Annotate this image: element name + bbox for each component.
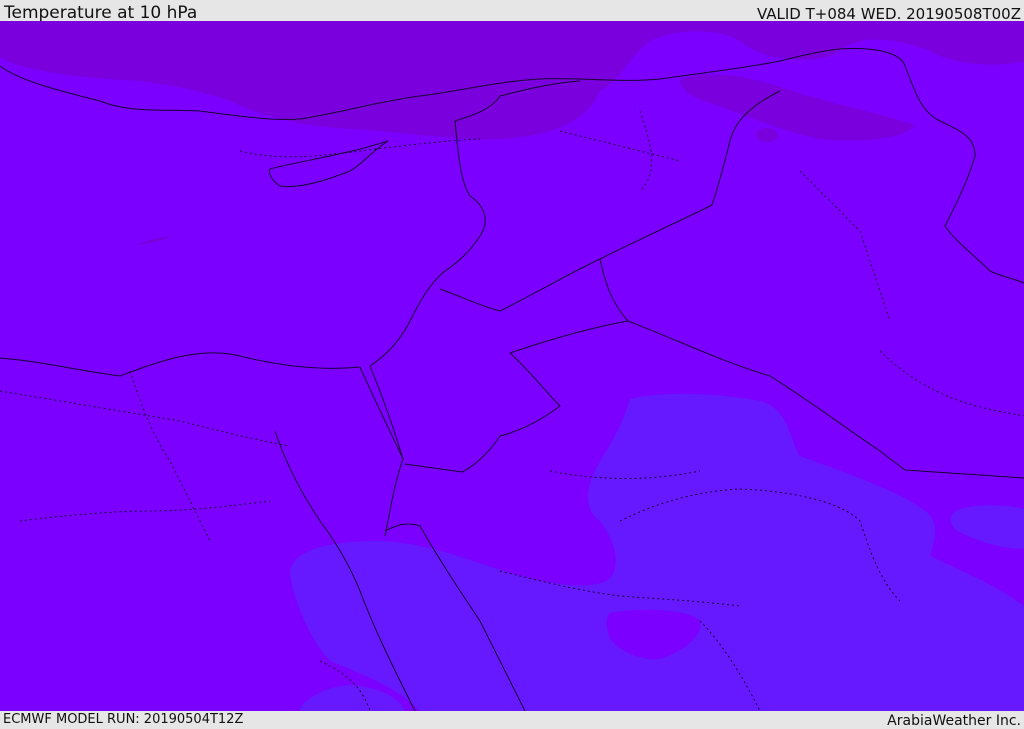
- chart-title: Temperature at 10 hPa: [4, 3, 198, 23]
- temperature-map: [0, 21, 1024, 711]
- brand-label: ArabiaWeather Inc.: [887, 713, 1021, 729]
- model-run-label: ECMWF MODEL RUN: 20190504T12Z: [3, 712, 244, 727]
- cold-patch-small: [756, 128, 778, 142]
